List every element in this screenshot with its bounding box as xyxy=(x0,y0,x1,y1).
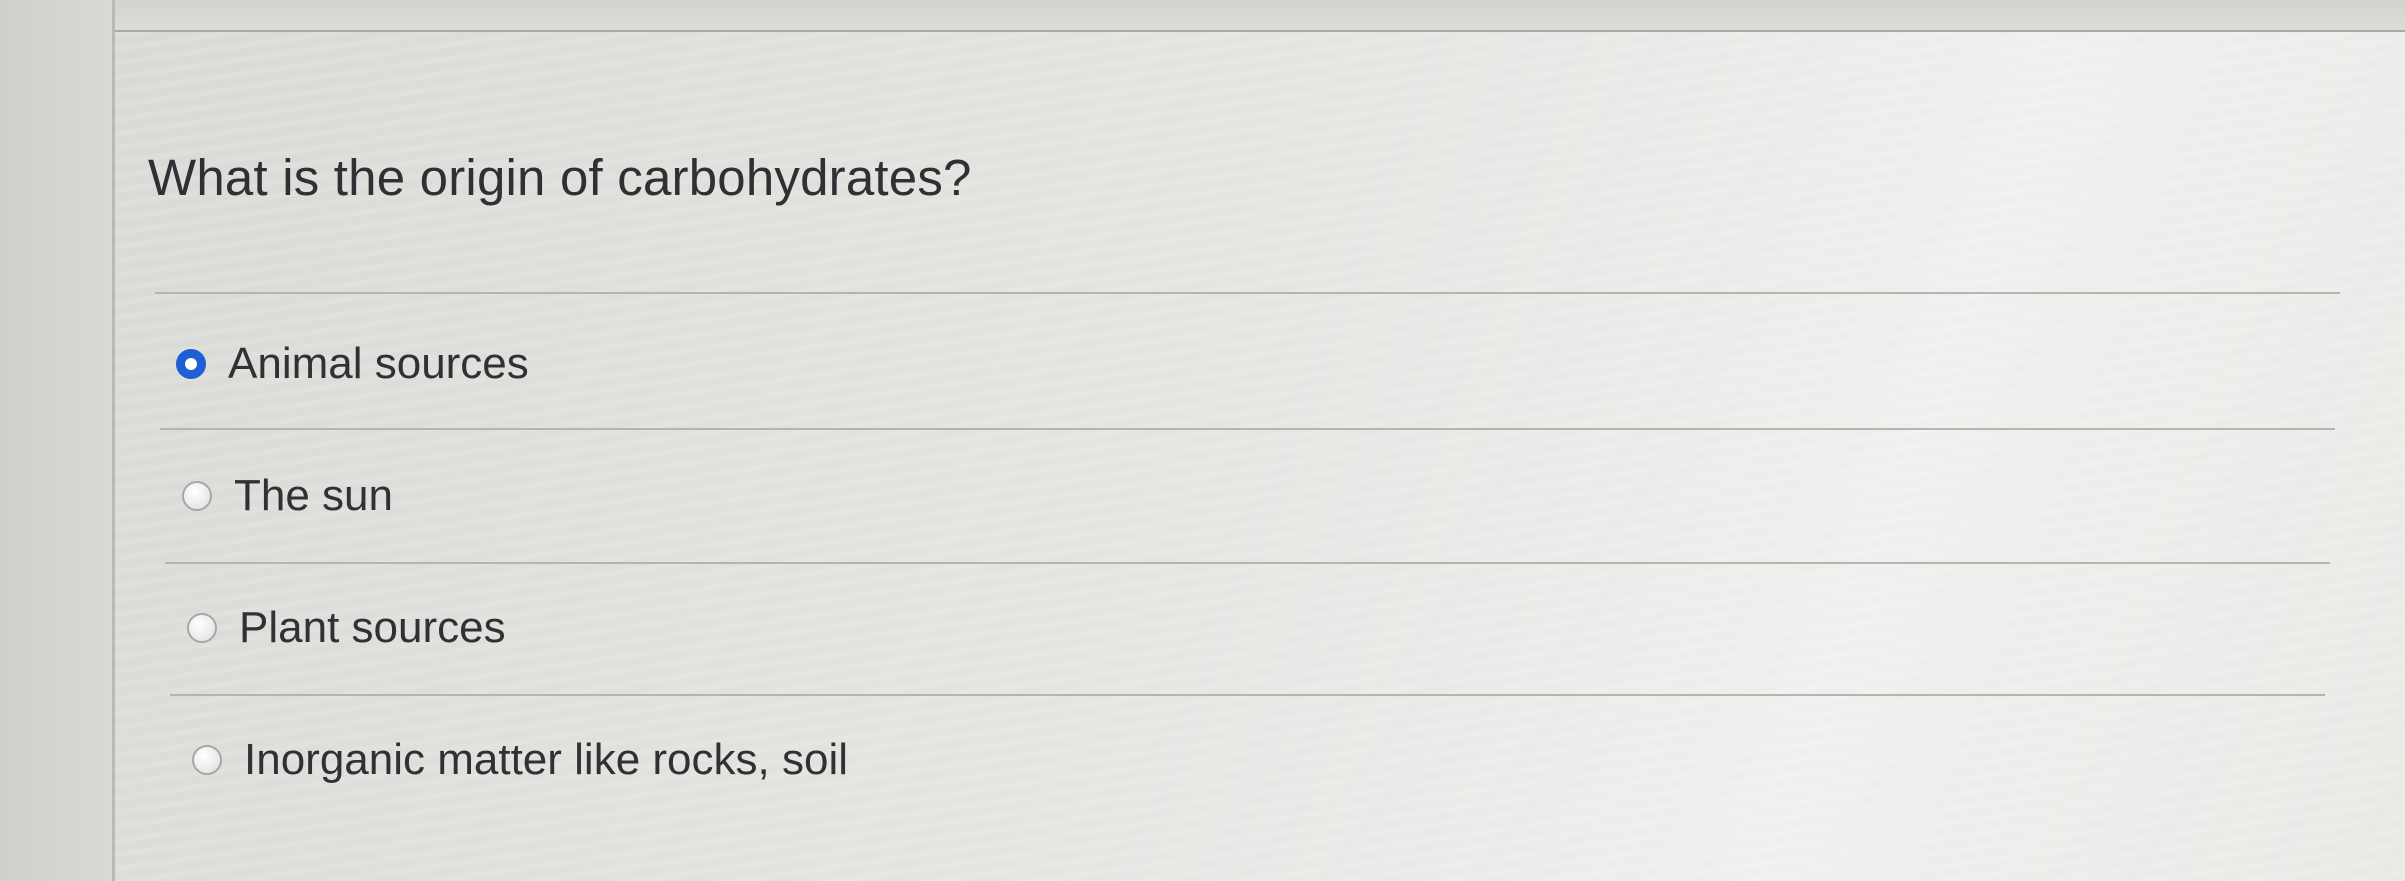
divider-top xyxy=(155,292,2340,294)
option-label: Animal sources xyxy=(228,339,529,388)
option-the-sun[interactable]: The sun xyxy=(182,466,393,526)
option-label: Inorganic matter like rocks, soil xyxy=(244,735,848,784)
left-margin xyxy=(0,0,115,881)
question-text: What is the origin of carbohydrates? xyxy=(148,149,972,206)
option-inorganic-matter[interactable]: Inorganic matter like rocks, soil xyxy=(192,730,848,790)
radio-button[interactable] xyxy=(187,613,217,643)
top-strip xyxy=(115,0,2405,32)
radio-button[interactable] xyxy=(182,481,212,511)
divider-1 xyxy=(160,428,2335,430)
radio-button-selected[interactable] xyxy=(176,349,206,379)
radio-button[interactable] xyxy=(192,745,222,775)
divider-3 xyxy=(170,694,2325,696)
option-animal-sources[interactable]: Animal sources xyxy=(176,334,529,394)
option-label: The sun xyxy=(234,471,393,520)
option-label: Plant sources xyxy=(239,603,506,652)
option-plant-sources[interactable]: Plant sources xyxy=(187,598,506,658)
divider-2 xyxy=(165,562,2330,564)
